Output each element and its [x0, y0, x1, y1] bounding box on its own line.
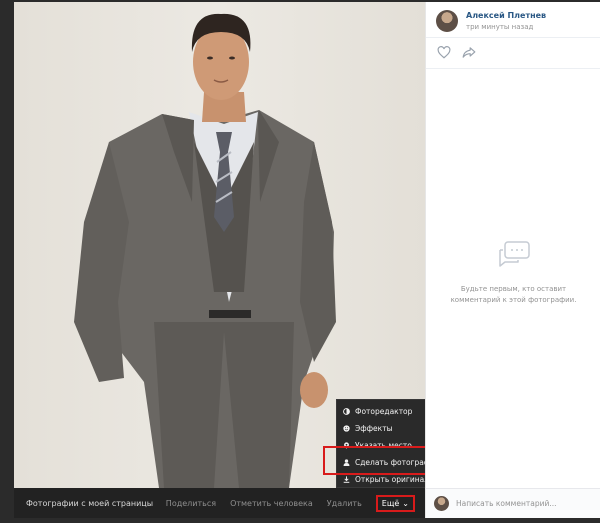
photo-sidebar: Алексей Плетнев три минуты назад Будьте …: [425, 2, 600, 518]
author-block: Алексей Плетнев три минуты назад: [436, 10, 546, 32]
empty-comments: Будьте первым, кто оставит комментарий к…: [426, 240, 600, 306]
avatar[interactable]: [436, 10, 458, 32]
post-time[interactable]: три минуты назад: [466, 23, 546, 31]
menu-item-label: Указать место: [355, 441, 412, 450]
more-button[interactable]: Ещё ⌄: [375, 494, 415, 512]
share-link[interactable]: Поделиться: [166, 499, 216, 508]
divider: [426, 37, 600, 38]
chevron-down-icon: ⌄: [402, 498, 409, 508]
location-pin-icon: [344, 442, 349, 449]
comments-icon: [498, 241, 530, 267]
tag-person-link[interactable]: Отметить человека: [230, 499, 313, 508]
comment-input[interactable]: [456, 499, 586, 508]
photo-actions: Поделиться Отметить человека Удалить Ещё…: [166, 494, 415, 512]
photo-viewer: Фотографии с моей страницы Поделиться От…: [14, 2, 600, 518]
heart-icon[interactable]: [437, 46, 451, 59]
half-circle-icon: [343, 408, 350, 415]
comment-box: [426, 488, 600, 518]
album-link[interactable]: Фотографии с моей страницы: [26, 499, 153, 508]
menu-item-label: Фоторедактор: [355, 407, 413, 416]
share-icon[interactable]: [462, 46, 476, 59]
divider: [426, 68, 600, 69]
photo-actions-bar: Фотографии с моей страницы Поделиться От…: [14, 488, 425, 518]
smile-icon: [343, 425, 350, 432]
empty-comments-text: Будьте первым, кто оставит комментарий к…: [450, 285, 577, 304]
menu-item-label: Открыть оригинал: [355, 475, 429, 484]
more-label: Ещё: [381, 498, 400, 508]
download-icon: [343, 476, 350, 483]
avatar: [434, 496, 449, 511]
author-name[interactable]: Алексей Плетнев: [466, 11, 546, 20]
menu-item-label: Эффекты: [355, 424, 393, 433]
person-icon: [343, 459, 350, 466]
delete-link[interactable]: Удалить: [327, 499, 362, 508]
